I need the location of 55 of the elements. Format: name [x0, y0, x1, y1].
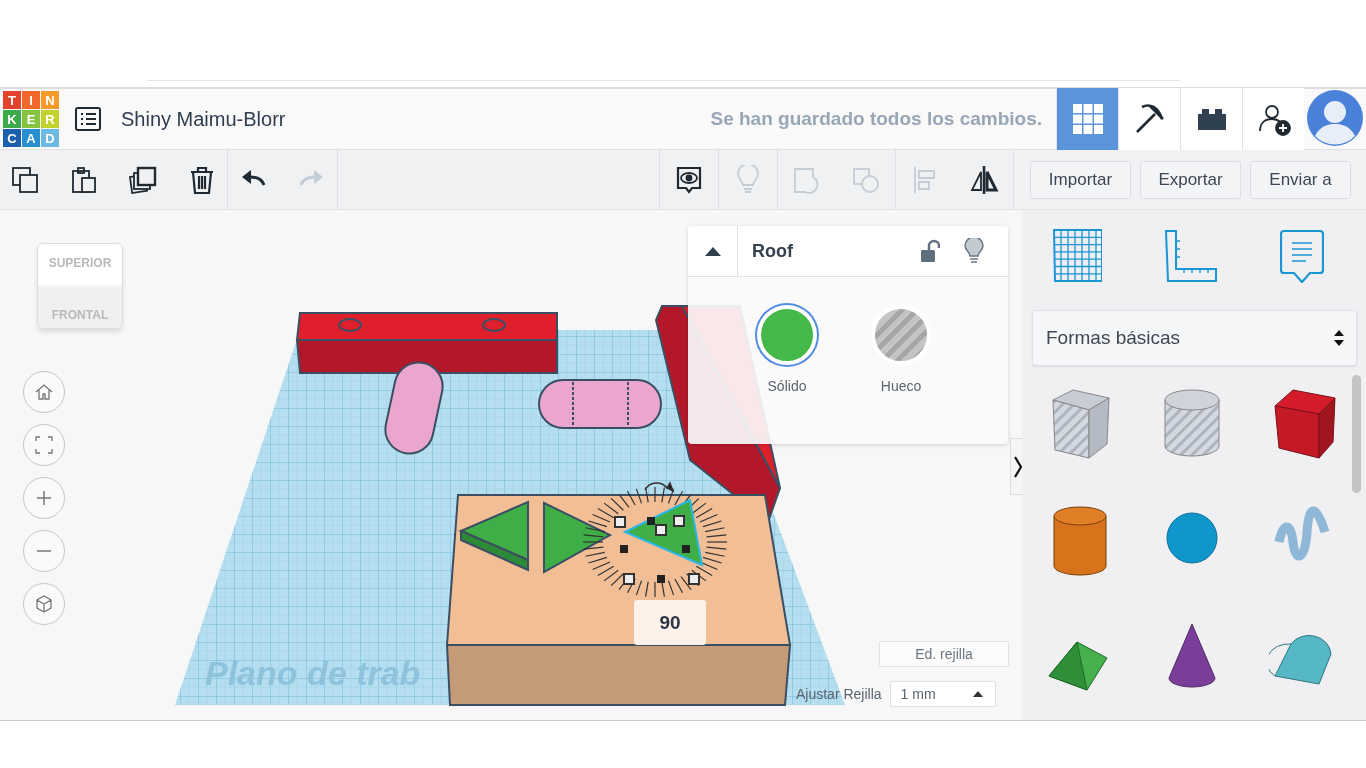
capsule-shape[interactable]: [384, 361, 444, 455]
shape-category-select[interactable]: Formas básicas: [1032, 310, 1357, 366]
cube-icon[interactable]: [23, 583, 65, 625]
logo-letter: R: [41, 110, 59, 128]
solid-swatch: [757, 305, 817, 365]
option-label: Sólido: [767, 378, 807, 394]
color-option[interactable]: Hueco: [866, 305, 936, 394]
ruler-icon[interactable]: [1164, 229, 1218, 283]
avatar-icon[interactable]: [1307, 90, 1365, 148]
home-icon[interactable]: [23, 371, 65, 413]
toolbar-button[interactable]: Enviar a: [1250, 160, 1351, 199]
logo-letter: C: [3, 129, 21, 147]
resize-handles[interactable]: [614, 515, 700, 585]
add-user-icon[interactable]: [1242, 88, 1304, 150]
duplicate-icon[interactable]: [128, 164, 158, 195]
snap-grid-label: Ajustar Rejilla: [796, 686, 882, 702]
save-status: Se han guardado todos los cambios.: [710, 108, 1042, 130]
view-toggle[interactable]: [1118, 88, 1180, 150]
zoom-in-icon[interactable]: [23, 477, 65, 519]
project-name[interactable]: Shiny Maimu-Blorr: [121, 107, 286, 131]
notes-icon[interactable]: [1280, 229, 1324, 283]
view-toggle[interactable]: [1056, 88, 1118, 150]
logo-letter: K: [3, 110, 21, 128]
option-label: Hueco: [880, 378, 922, 394]
rotation-reading[interactable]: 90: [634, 600, 706, 645]
scrollbar[interactable]: [1352, 375, 1361, 493]
rotation-dial[interactable]: [582, 486, 728, 598]
caret-icon[interactable]: [972, 691, 983, 697]
mirror-icon[interactable]: [969, 164, 999, 195]
capsule-shape[interactable]: [538, 379, 662, 429]
logo-letter: I: [22, 91, 40, 109]
triangle-shape[interactable]: [543, 501, 613, 574]
copy-icon[interactable]: [10, 164, 40, 195]
paste-icon[interactable]: [69, 164, 99, 195]
triangle-shape[interactable]: [458, 500, 529, 572]
sort-arrows-icon[interactable]: [1334, 329, 1344, 347]
toolbar-button[interactable]: Exportar: [1140, 160, 1241, 199]
lock-icon[interactable]: [920, 239, 940, 263]
lightbulb-icon[interactable]: [964, 238, 984, 264]
logo-letter: D: [41, 129, 59, 147]
snap-grid-select[interactable]: 1 mm: [889, 681, 996, 707]
logo-letter: N: [41, 91, 59, 109]
rotate-arrow-icon[interactable]: [644, 481, 675, 493]
logo-letter: E: [22, 110, 40, 128]
block-shape[interactable]: [295, 312, 558, 374]
edit-grid-button[interactable]: Ed. rejilla: [879, 641, 1009, 667]
eye-bubble-icon[interactable]: [674, 164, 704, 195]
view-toggle[interactable]: [1180, 88, 1242, 150]
workplane-grid-icon[interactable]: [1052, 229, 1102, 283]
design-list-icon[interactable]: [75, 107, 101, 131]
grid-icon: [1070, 102, 1105, 136]
logo-letter: T: [3, 91, 21, 109]
logo-letter: A: [22, 129, 40, 147]
color-option[interactable]: Sólido: [752, 305, 822, 394]
toolbar-button[interactable]: Importar: [1030, 160, 1131, 199]
